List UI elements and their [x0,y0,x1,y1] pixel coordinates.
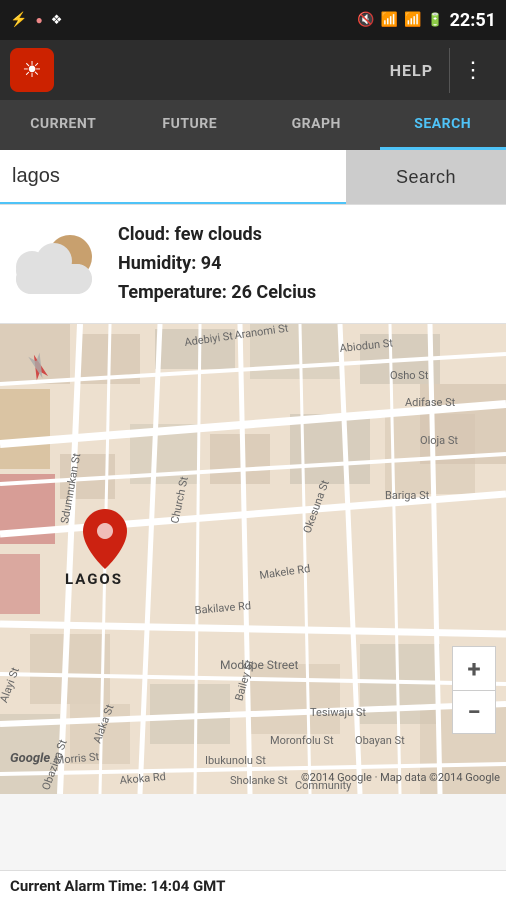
sun-icon: ☀ [22,58,42,83]
tab-future[interactable]: FUTURE [127,100,254,150]
svg-text:LAGOS: LAGOS [65,570,123,588]
usb-icon: ⚡ [10,12,27,28]
svg-text:Adifase St: Adifase St [405,396,456,409]
svg-text:Modupe Street: Modupe Street [220,658,299,672]
top-bar: ☀ HELP ⋮ [0,40,506,100]
status-icons-right: 🔇 📶 📶 🔋 22:51 [357,10,496,31]
zoom-out-button[interactable]: − [452,690,496,734]
svg-text:Osho St: Osho St [390,369,429,382]
svg-text:Moronfolu St: Moronfolu St [270,734,334,747]
svg-text:Oloja St: Oloja St [420,434,458,447]
status-time: 22:51 [450,10,496,31]
circle-icon: ● [35,13,42,27]
svg-text:Sholanke St: Sholanke St [230,774,288,787]
tab-graph[interactable]: GRAPH [253,100,380,150]
cloud-label: Cloud: few clouds [118,221,494,250]
app-logo: ☀ [10,48,54,92]
bottom-bar: Current Alarm Time: 14:04 GMT [0,870,506,900]
zoom-in-button[interactable]: + [452,646,496,690]
app-icon: ❖ [51,13,63,28]
map-svg: Adebiyi St Aranomi St Abiodun St Osho St… [0,324,506,794]
svg-text:Tesiwaju St: Tesiwaju St [310,706,366,719]
top-bar-right: HELP ⋮ [374,48,496,93]
tab-search[interactable]: SEARCH [380,100,506,150]
wifi-icon: 📶 [381,12,398,28]
svg-text:Obayan St: Obayan St [355,734,405,747]
tab-current[interactable]: CURRENT [0,100,127,150]
temperature-label: Temperature: 26 Celcius [118,279,494,308]
mute-icon: 🔇 [357,12,374,28]
status-bar: ⚡ ● ❖ 🔇 📶 📶 🔋 22:51 [0,0,506,40]
svg-text:Bariga St: Bariga St [385,489,430,502]
signal-icon: 📶 [404,12,421,28]
weather-info: Cloud: few clouds Humidity: 94 Temperatu… [0,205,506,324]
google-copyright: ©2014 Google · Map data ©2014 Google [301,771,500,784]
map-container[interactable]: Adebiyi St Aranomi St Abiodun St Osho St… [0,324,506,794]
status-icons-left: ⚡ ● ❖ [10,12,62,28]
google-brand: Google [10,751,50,766]
map-controls: + − [452,646,496,734]
search-button[interactable]: Search [346,150,506,204]
cloud-icon [12,229,102,299]
search-input[interactable] [0,150,346,204]
battery-icon: 🔋 [427,13,443,28]
weather-icon [12,229,102,299]
tab-bar: CURRENT FUTURE GRAPH SEARCH [0,100,506,150]
alarm-text: Current Alarm Time: 14:04 GMT [10,877,225,895]
humidity-label: Humidity: 94 [118,250,494,279]
search-bar: Search [0,150,506,205]
svg-text:Ibukunolu St: Ibukunolu St [205,754,266,767]
menu-button[interactable]: ⋮ [449,48,496,93]
weather-text: Cloud: few clouds Humidity: 94 Temperatu… [118,221,494,307]
help-button[interactable]: HELP [374,51,449,90]
